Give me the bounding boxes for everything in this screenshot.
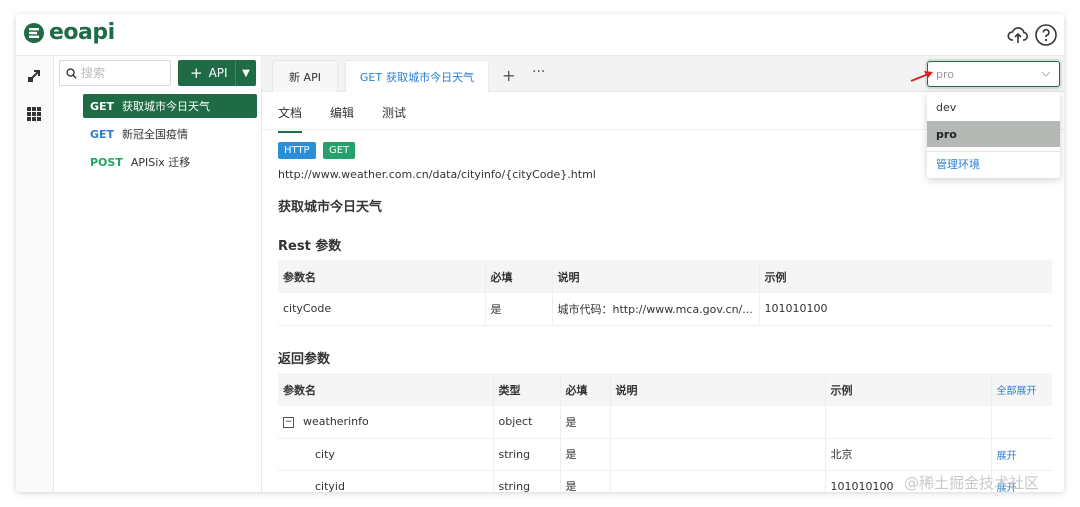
example-cell: 北京: [824, 438, 991, 471]
search-icon: [66, 67, 77, 79]
search-box[interactable]: [59, 60, 171, 86]
column-header: 类型: [492, 373, 560, 406]
return-params-title: 返回参数: [278, 352, 331, 367]
sidebar-item-weather[interactable]: GET 获取城市今日天气: [83, 94, 257, 118]
param-name-cell: cityCode: [278, 293, 485, 326]
column-header: 必填: [559, 373, 610, 406]
add-api-dropdown[interactable]: ▼: [236, 68, 256, 79]
add-api-label: API: [208, 66, 228, 80]
column-header: 示例: [824, 373, 991, 406]
protocol-badge: HTTP: [278, 142, 316, 159]
api-title: 获取城市今日天气: [278, 200, 383, 215]
required-cell: 是: [484, 293, 552, 326]
action-cell: [990, 406, 1052, 439]
api-share-icon[interactable]: [24, 66, 44, 86]
rest-params-table: 参数名 必填 说明 示例 cityCode 是 城市代码：http://www.…: [278, 260, 1052, 326]
env-option-dev[interactable]: dev: [927, 94, 1060, 120]
logo-text: eoapi: [49, 20, 115, 45]
collapse-icon[interactable]: −: [283, 416, 294, 428]
app-header: eoapi: [16, 14, 1064, 56]
search-input[interactable]: [81, 66, 165, 80]
method-tag: POST: [90, 155, 123, 169]
tab-label: 获取城市今日天气: [386, 71, 475, 84]
method-tag: GET: [90, 127, 115, 141]
method-badge: GET: [323, 142, 356, 159]
environment-select-value: pro: [936, 67, 954, 81]
logo: eoapi: [23, 20, 115, 45]
add-api-button[interactable]: + API ▼: [178, 60, 256, 86]
tab-weather-api[interactable]: GET 获取城市今日天气: [345, 60, 489, 93]
environment-select[interactable]: pro: [927, 61, 1060, 87]
environment-dropdown: dev pro 管理环境: [927, 92, 1060, 178]
table-row: − weatherinfo object 是: [278, 406, 1052, 439]
column-header: 示例: [758, 260, 1052, 293]
sidebar-item-label: APISix 迁移: [130, 156, 191, 169]
column-header: 必填: [484, 260, 552, 293]
api-sidebar: + API ▼ GET 获取城市今日天气 GET 新冠全国疫情 POST API…: [54, 56, 262, 492]
table-header-row: 参数名 必填 说明 示例: [278, 260, 1052, 293]
method-tag: GET: [90, 99, 115, 113]
param-name-cell: city: [278, 438, 493, 471]
eoapi-logo-icon: [24, 22, 44, 43]
example-cell: 101010100: [758, 293, 1052, 326]
app-window: eoapi 搜索 + API ▼ GET 获取城市今日天气 GET 新冠全国疫情…: [16, 14, 1064, 492]
type-cell: string: [492, 438, 560, 471]
rest-params-title: Rest 参数: [278, 239, 342, 254]
sidebar-item-apisix[interactable]: POST APISix 迁移: [83, 150, 257, 174]
table-header-row: 参数名 类型 必填 说明 示例 全部展开: [278, 373, 1052, 406]
tab-new-api[interactable]: 新 API: [272, 60, 338, 92]
expand-row-link[interactable]: 展开: [990, 438, 1052, 471]
watermark: @稀土掘金技术社区: [904, 474, 1040, 492]
help-icon[interactable]: [1034, 23, 1058, 47]
sidebar-item-label: 新冠全国疫情: [122, 128, 189, 141]
api-url: http://www.weather.com.cn/data/cityinfo/…: [278, 168, 596, 181]
type-cell: string: [492, 470, 560, 492]
sidebar-item-covid[interactable]: GET 新冠全国疫情: [83, 122, 257, 146]
cloud-upload-icon[interactable]: [1006, 23, 1030, 47]
description-cell: 城市代码：http://www.mca.gov.cn/...: [551, 293, 759, 326]
description-cell: [609, 406, 825, 439]
left-rail: [16, 56, 54, 492]
add-api-main[interactable]: + API: [178, 60, 236, 86]
more-tabs-icon[interactable]: ···: [532, 64, 545, 80]
chevron-down-icon: [1041, 71, 1051, 77]
expand-all-link[interactable]: 全部展开: [990, 373, 1052, 406]
example-cell: [824, 406, 991, 439]
param-name-cell: cityid: [278, 470, 493, 492]
tab-method: GET: [359, 70, 383, 84]
required-cell: 是: [559, 406, 610, 439]
column-header: 说明: [551, 260, 759, 293]
red-arrow-annotation: [910, 71, 933, 82]
required-cell: 是: [559, 470, 610, 492]
sidebar-item-label: 获取城市今日天气: [122, 100, 211, 113]
column-header: 参数名: [278, 260, 485, 293]
param-name: weatherinfo: [303, 415, 369, 429]
column-header: 说明: [609, 373, 825, 406]
caret-down-icon: ▼: [242, 67, 250, 79]
tab-label: 新 API: [289, 70, 321, 84]
manage-environments-link[interactable]: 管理环境: [927, 151, 1060, 177]
apps-grid-icon[interactable]: [24, 104, 44, 124]
description-cell: [609, 470, 825, 492]
type-cell: object: [492, 406, 560, 439]
column-header: 参数名: [278, 373, 493, 406]
param-name-cell: − weatherinfo: [278, 406, 493, 439]
description-cell: [609, 438, 825, 471]
table-row: city string 是 北京 展开: [278, 438, 1052, 471]
table-row: cityCode 是 城市代码：http://www.mca.gov.cn/..…: [278, 293, 1052, 326]
env-option-pro[interactable]: pro: [927, 121, 1060, 147]
add-tab-icon[interactable]: +: [502, 66, 515, 85]
plus-icon: +: [190, 63, 203, 82]
required-cell: 是: [559, 438, 610, 471]
